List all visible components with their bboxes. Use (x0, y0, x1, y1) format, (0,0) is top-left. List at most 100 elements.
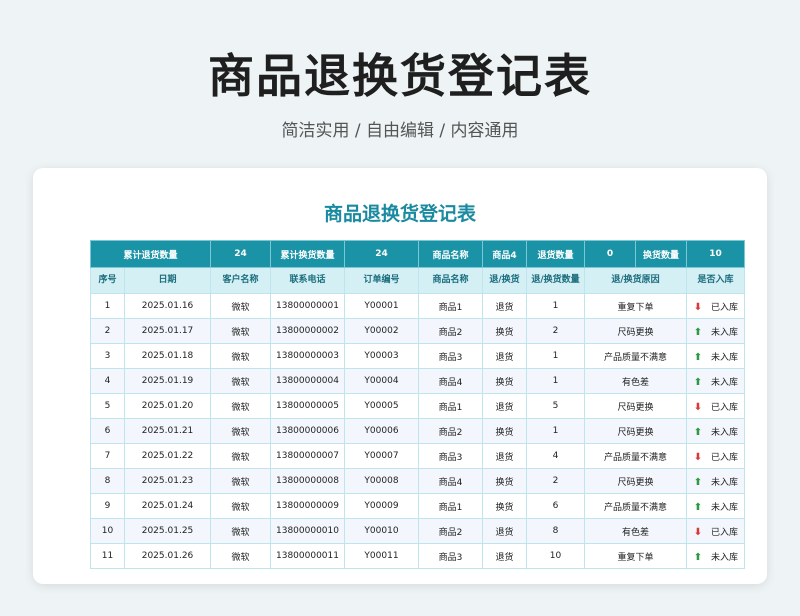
cell-reason[interactable]: 产品质量不满意 (584, 343, 687, 369)
cell-qty[interactable]: 1 (526, 293, 585, 319)
cell-phone[interactable]: 13800000008 (270, 468, 345, 494)
cell-order[interactable]: Y00011 (344, 543, 419, 569)
cell-customer[interactable]: 微软 (210, 443, 271, 469)
cell-product[interactable]: 商品1 (418, 393, 483, 419)
cell-stock[interactable]: ⬆ 未入库 (686, 468, 745, 494)
cell-order[interactable]: Y00008 (344, 468, 419, 494)
cell-date[interactable]: 2025.01.26 (124, 543, 211, 569)
cell-order[interactable]: Y00002 (344, 318, 419, 344)
cell-phone[interactable]: 13800000006 (270, 418, 345, 444)
cell-qty[interactable]: 1 (526, 343, 585, 369)
cell-customer[interactable]: 微软 (210, 543, 271, 569)
cell-qty[interactable]: 1 (526, 418, 585, 444)
cell-stock[interactable]: ⬇ 已入库 (686, 293, 745, 319)
cell-qty[interactable]: 5 (526, 393, 585, 419)
column-header[interactable]: 退/换货原因 (584, 267, 687, 294)
cell-order[interactable]: Y00001 (344, 293, 419, 319)
cell-stock[interactable]: ⬆ 未入库 (686, 368, 745, 394)
cell-qty[interactable]: 2 (526, 468, 585, 494)
cell-no[interactable]: 2 (90, 318, 125, 344)
summary-value-return-total[interactable]: 24 (210, 240, 271, 268)
cell-date[interactable]: 2025.01.18 (124, 343, 211, 369)
cell-product[interactable]: 商品3 (418, 443, 483, 469)
cell-product[interactable]: 商品1 (418, 293, 483, 319)
cell-date[interactable]: 2025.01.21 (124, 418, 211, 444)
cell-date[interactable]: 2025.01.24 (124, 493, 211, 519)
cell-customer[interactable]: 微软 (210, 468, 271, 494)
cell-no[interactable]: 11 (90, 543, 125, 569)
column-header[interactable]: 联系电话 (270, 267, 345, 294)
cell-phone[interactable]: 13800000007 (270, 443, 345, 469)
cell-reason[interactable]: 产品质量不满意 (584, 443, 687, 469)
summary-value-product-name[interactable]: 商品4 (482, 240, 527, 268)
cell-type[interactable]: 退货 (482, 518, 527, 544)
column-header[interactable]: 是否入库 (686, 267, 745, 294)
cell-phone[interactable]: 13800000001 (270, 293, 345, 319)
cell-qty[interactable]: 8 (526, 518, 585, 544)
cell-order[interactable]: Y00009 (344, 493, 419, 519)
cell-type[interactable]: 换货 (482, 318, 527, 344)
summary-label-product-name[interactable]: 商品名称 (418, 240, 483, 268)
cell-no[interactable]: 4 (90, 368, 125, 394)
cell-no[interactable]: 9 (90, 493, 125, 519)
cell-date[interactable]: 2025.01.20 (124, 393, 211, 419)
column-header[interactable]: 序号 (90, 267, 125, 294)
cell-reason[interactable]: 有色差 (584, 368, 687, 394)
summary-label-return-qty[interactable]: 退货数量 (526, 240, 585, 268)
cell-reason[interactable]: 重复下单 (584, 293, 687, 319)
cell-qty[interactable]: 4 (526, 443, 585, 469)
column-header[interactable]: 订单编号 (344, 267, 419, 294)
cell-date[interactable]: 2025.01.25 (124, 518, 211, 544)
cell-order[interactable]: Y00003 (344, 343, 419, 369)
cell-product[interactable]: 商品2 (418, 418, 483, 444)
column-header[interactable]: 客户名称 (210, 267, 271, 294)
cell-stock[interactable]: ⬇ 已入库 (686, 443, 745, 469)
cell-stock[interactable]: ⬇ 已入库 (686, 393, 745, 419)
cell-qty[interactable]: 10 (526, 543, 585, 569)
cell-customer[interactable]: 微软 (210, 418, 271, 444)
cell-reason[interactable]: 尺码更换 (584, 393, 687, 419)
summary-value-return-qty-display[interactable]: 0 (586, 241, 636, 267)
cell-product[interactable]: 商品4 (418, 368, 483, 394)
cell-product[interactable]: 商品1 (418, 493, 483, 519)
cell-no[interactable]: 10 (90, 518, 125, 544)
cell-stock[interactable]: ⬆ 未入库 (686, 543, 745, 569)
cell-product[interactable]: 商品2 (418, 318, 483, 344)
cell-customer[interactable]: 微软 (210, 493, 271, 519)
cell-type[interactable]: 换货 (482, 418, 527, 444)
cell-no[interactable]: 7 (90, 443, 125, 469)
cell-date[interactable]: 2025.01.17 (124, 318, 211, 344)
column-header[interactable]: 日期 (124, 267, 211, 294)
cell-phone[interactable]: 13800000009 (270, 493, 345, 519)
summary-value-exchange-qty[interactable]: 10 (686, 240, 745, 268)
cell-date[interactable]: 2025.01.22 (124, 443, 211, 469)
cell-order[interactable]: Y00006 (344, 418, 419, 444)
cell-type[interactable]: 退货 (482, 543, 527, 569)
summary-label-exchange-qty-display[interactable]: 换货数量 (636, 242, 686, 267)
cell-reason[interactable]: 产品质量不满意 (584, 493, 687, 519)
cell-reason[interactable]: 尺码更换 (584, 418, 687, 444)
summary-label-return-total[interactable]: 累计退货数量 (90, 240, 211, 268)
cell-type[interactable]: 换货 (482, 368, 527, 394)
cell-no[interactable]: 3 (90, 343, 125, 369)
cell-phone[interactable]: 13800000004 (270, 368, 345, 394)
cell-reason[interactable]: 重复下单 (584, 543, 687, 569)
cell-qty[interactable]: 1 (526, 368, 585, 394)
cell-type[interactable]: 退货 (482, 293, 527, 319)
cell-customer[interactable]: 微软 (210, 393, 271, 419)
cell-order[interactable]: Y00005 (344, 393, 419, 419)
cell-order[interactable]: Y00004 (344, 368, 419, 394)
cell-type[interactable]: 换货 (482, 493, 527, 519)
cell-type[interactable]: 换货 (482, 468, 527, 494)
cell-no[interactable]: 1 (90, 293, 125, 319)
cell-order[interactable]: Y00010 (344, 518, 419, 544)
cell-no[interactable]: 5 (90, 393, 125, 419)
cell-phone[interactable]: 13800000011 (270, 543, 345, 569)
cell-stock[interactable]: ⬆ 未入库 (686, 318, 745, 344)
cell-stock[interactable]: ⬆ 未入库 (686, 343, 745, 369)
cell-product[interactable]: 商品2 (418, 518, 483, 544)
cell-date[interactable]: 2025.01.19 (124, 368, 211, 394)
cell-product[interactable]: 商品4 (418, 468, 483, 494)
cell-qty[interactable]: 2 (526, 318, 585, 344)
cell-customer[interactable]: 微软 (210, 318, 271, 344)
